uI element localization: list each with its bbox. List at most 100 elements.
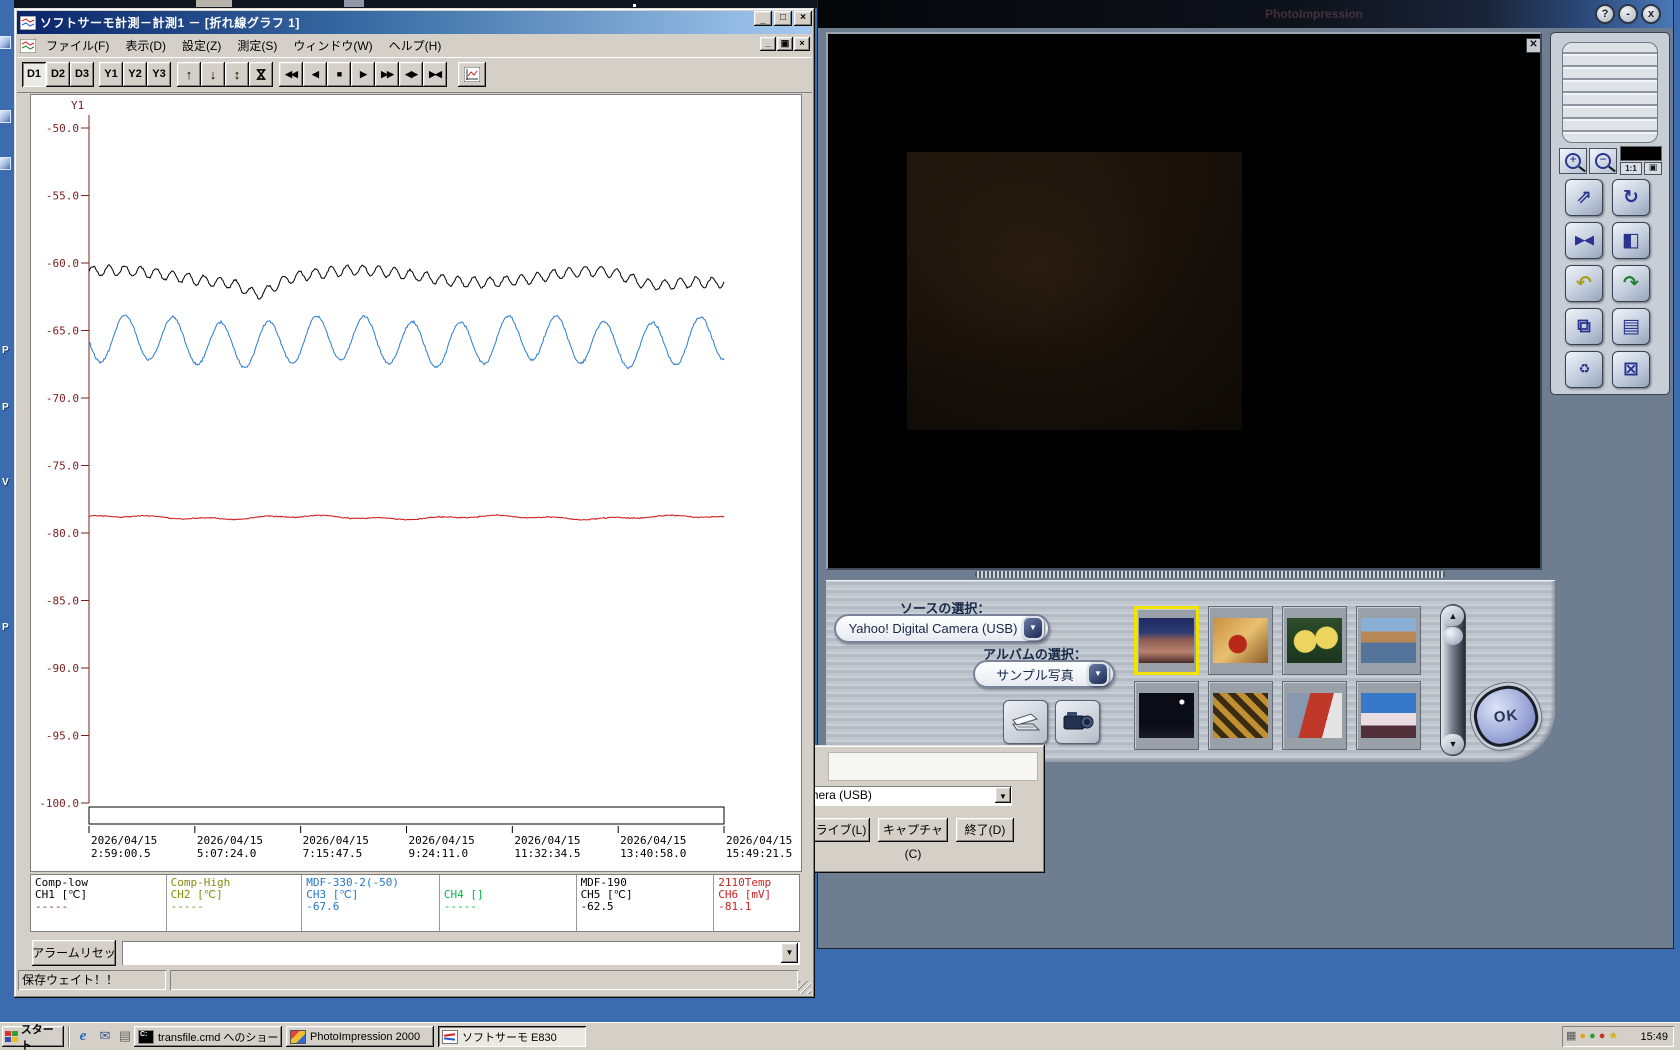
- resize-grip[interactable]: [798, 981, 811, 994]
- delete-button[interactable]: ♻: [1565, 351, 1603, 388]
- exit-button[interactable]: 終了(D): [956, 818, 1014, 842]
- capture-button[interactable]: キャプチャ(C): [878, 818, 948, 861]
- actual-size-button[interactable]: 1:1: [1620, 162, 1642, 175]
- legend-cell-ch5: MDF-190 CH5 [℃] -62.5: [577, 875, 715, 931]
- time-range-box[interactable]: [88, 806, 725, 825]
- minimize-button[interactable]: _: [754, 11, 772, 26]
- live-button[interactable]: ライブ(L): [812, 818, 870, 842]
- toolbar-button-xx[interactable]: ▶◀: [423, 62, 447, 87]
- close-button[interactable]: ×: [794, 11, 812, 26]
- toolbar-button-x[interactable]: ◀: [303, 62, 327, 87]
- toolbar-button-Y1[interactable]: Y1: [99, 62, 123, 87]
- chevron-down-icon[interactable]: ▼: [781, 943, 798, 963]
- rotate-button[interactable]: ↻: [1612, 179, 1650, 216]
- thumbnail-sky-clouds[interactable]: [1356, 681, 1421, 750]
- alarm-reset-button[interactable]: アラームリセット: [32, 940, 116, 986]
- menu-item[interactable]: 測定(S): [229, 35, 285, 56]
- close-icon[interactable]: ✕: [1526, 38, 1541, 53]
- toolbar-button-x[interactable]: ⋈: [249, 62, 273, 87]
- zoom-out-button[interactable]: −: [1589, 148, 1617, 174]
- menu-item[interactable]: ウィンドウ(W): [285, 35, 380, 56]
- mail-icon[interactable]: ✉: [96, 1027, 114, 1045]
- toolbar-button-xx[interactable]: ▶▶: [375, 62, 399, 87]
- toolbar-button-xx[interactable]: ◀▶: [399, 62, 423, 87]
- task-button-2[interactable]: PhotoImpression 2000: [286, 1026, 434, 1047]
- zoom-in-button[interactable]: +: [1559, 148, 1587, 174]
- tool-buttons: ⇗ ↻ ▶◀ ◧ ↶ ↷ ⧉ ▤ ♻ ⊠: [1565, 179, 1657, 389]
- chevron-down-icon[interactable]: ▼: [1087, 662, 1109, 686]
- photoimpression-titlebar[interactable]: PhotoImpression ? - x: [818, 0, 1673, 28]
- scanner-icon: [1011, 713, 1040, 731]
- task-button-3[interactable]: ソフトサーモ E830: [438, 1026, 586, 1047]
- legend-cell-ch4: CH4 [] -----: [440, 875, 577, 931]
- chevron-down-icon[interactable]: ▼: [1022, 616, 1044, 640]
- thumbnail-scrollbar[interactable]: ▲ ▼: [1440, 604, 1466, 756]
- close-button[interactable]: x: [1641, 4, 1661, 24]
- alarm-combobox[interactable]: ▼: [122, 941, 800, 965]
- camcorder-button[interactable]: [1055, 700, 1100, 744]
- thumbnail-ship-bow[interactable]: [1282, 681, 1347, 750]
- thermo-titlebar[interactable]: ソフトサーモ計測－計測1 － [折れ線グラフ 1]: [17, 11, 812, 34]
- toolbar-button-xx[interactable]: ◀◀: [279, 62, 303, 87]
- help-button[interactable]: ?: [1595, 4, 1615, 24]
- taskbar-clock: 15:49: [1640, 1030, 1668, 1043]
- minimize-button[interactable]: -: [1618, 4, 1638, 24]
- resize-button[interactable]: ⇗: [1565, 179, 1603, 216]
- copy-icon: ⧉: [1577, 315, 1591, 337]
- thumbnail-night-city[interactable]: [1134, 681, 1199, 750]
- toolbar-button-x[interactable]: ■: [327, 62, 351, 87]
- toolbar-button-x[interactable]: ↕: [225, 62, 249, 87]
- paste-button[interactable]: ▤: [1612, 308, 1650, 345]
- menu-item[interactable]: ヘルプ(H): [381, 35, 450, 56]
- internet-explorer-icon[interactable]: e: [74, 1027, 92, 1045]
- tray-status-red-icon[interactable]: ●: [1599, 1026, 1606, 1047]
- toolbar-button-D3[interactable]: D3: [70, 62, 94, 87]
- toolbar-button-Y3[interactable]: Y3: [147, 62, 171, 87]
- source-select-dropdown[interactable]: Yahoo! Digital Camera (USB): [834, 614, 1050, 643]
- scroll-down-icon[interactable]: ▼: [1442, 734, 1464, 754]
- graph-settings-button[interactable]: [458, 62, 486, 87]
- zoom-value-display: [1620, 146, 1662, 161]
- chevron-down-icon[interactable]: ▼: [995, 787, 1011, 803]
- mdi-close-button[interactable]: ×: [794, 37, 810, 51]
- thermo-window: ソフトサーモ計測－計測1 － [折れ線グラフ 1] _ □ × ファイル(F) 表…: [14, 8, 815, 998]
- flip-horizontal-button[interactable]: ▶◀: [1565, 222, 1603, 259]
- redo-button[interactable]: ↷: [1612, 265, 1650, 302]
- thumbnail-cardinal-bird[interactable]: [1208, 606, 1273, 675]
- scroll-up-icon[interactable]: ▲: [1442, 606, 1464, 626]
- toolbar-button-D2[interactable]: D2: [46, 62, 70, 87]
- toolbar-button-x[interactable]: ↓: [201, 62, 225, 87]
- fit-window-button[interactable]: ▣: [1644, 162, 1662, 175]
- crop-move-button[interactable]: ◧: [1612, 222, 1650, 259]
- thumbnail-yellow-flowers[interactable]: [1282, 606, 1347, 675]
- tray-keyboard-indicator-icon[interactable]: ▦: [1566, 1026, 1576, 1047]
- tray-shield-green-icon[interactable]: ●: [1589, 1026, 1596, 1047]
- close-image-button[interactable]: ⊠: [1612, 351, 1650, 388]
- rotate-icon: ↻: [1623, 186, 1639, 208]
- undo-button[interactable]: ↶: [1565, 265, 1603, 302]
- show-desktop-icon[interactable]: ▤: [116, 1027, 134, 1045]
- panel-grip[interactable]: [1562, 42, 1658, 143]
- scanner-button[interactable]: [1003, 700, 1048, 744]
- legend-cell-ch1: Comp-low CH1 [℃] -----: [31, 875, 167, 931]
- toolbar-button-Y2[interactable]: Y2: [123, 62, 147, 87]
- maximize-button[interactable]: □: [774, 11, 792, 26]
- copy-button[interactable]: ⧉: [1565, 308, 1603, 345]
- mdi-minimize-button[interactable]: _: [760, 37, 776, 51]
- ok-button[interactable]: OK: [1471, 682, 1541, 750]
- menu-item[interactable]: 設定(Z): [174, 35, 229, 56]
- scrollbar-thumb[interactable]: [1443, 627, 1463, 645]
- toolbar-button-x[interactable]: ↑: [177, 62, 201, 87]
- menu-item[interactable]: ファイル(F): [38, 35, 117, 56]
- start-button[interactable]: スタート: [2, 1024, 64, 1050]
- menu-item[interactable]: 表示(D): [117, 35, 174, 56]
- thumbnail-rock-spires[interactable]: [1134, 606, 1199, 675]
- toolbar-button-x[interactable]: ▶: [351, 62, 375, 87]
- mdi-restore-button[interactable]: ▣: [777, 37, 793, 51]
- tray-favorites-star-icon[interactable]: ★: [1608, 1026, 1618, 1047]
- toolbar-button-D1[interactable]: D1: [22, 62, 46, 87]
- task-button-1[interactable]: transfile.cmd へのショート...: [134, 1026, 282, 1047]
- tray-shield-yellow-icon[interactable]: ●: [1579, 1026, 1586, 1047]
- thumbnail-harbor-town[interactable]: [1356, 606, 1421, 675]
- thumbnail-gold-weave[interactable]: [1208, 681, 1273, 750]
